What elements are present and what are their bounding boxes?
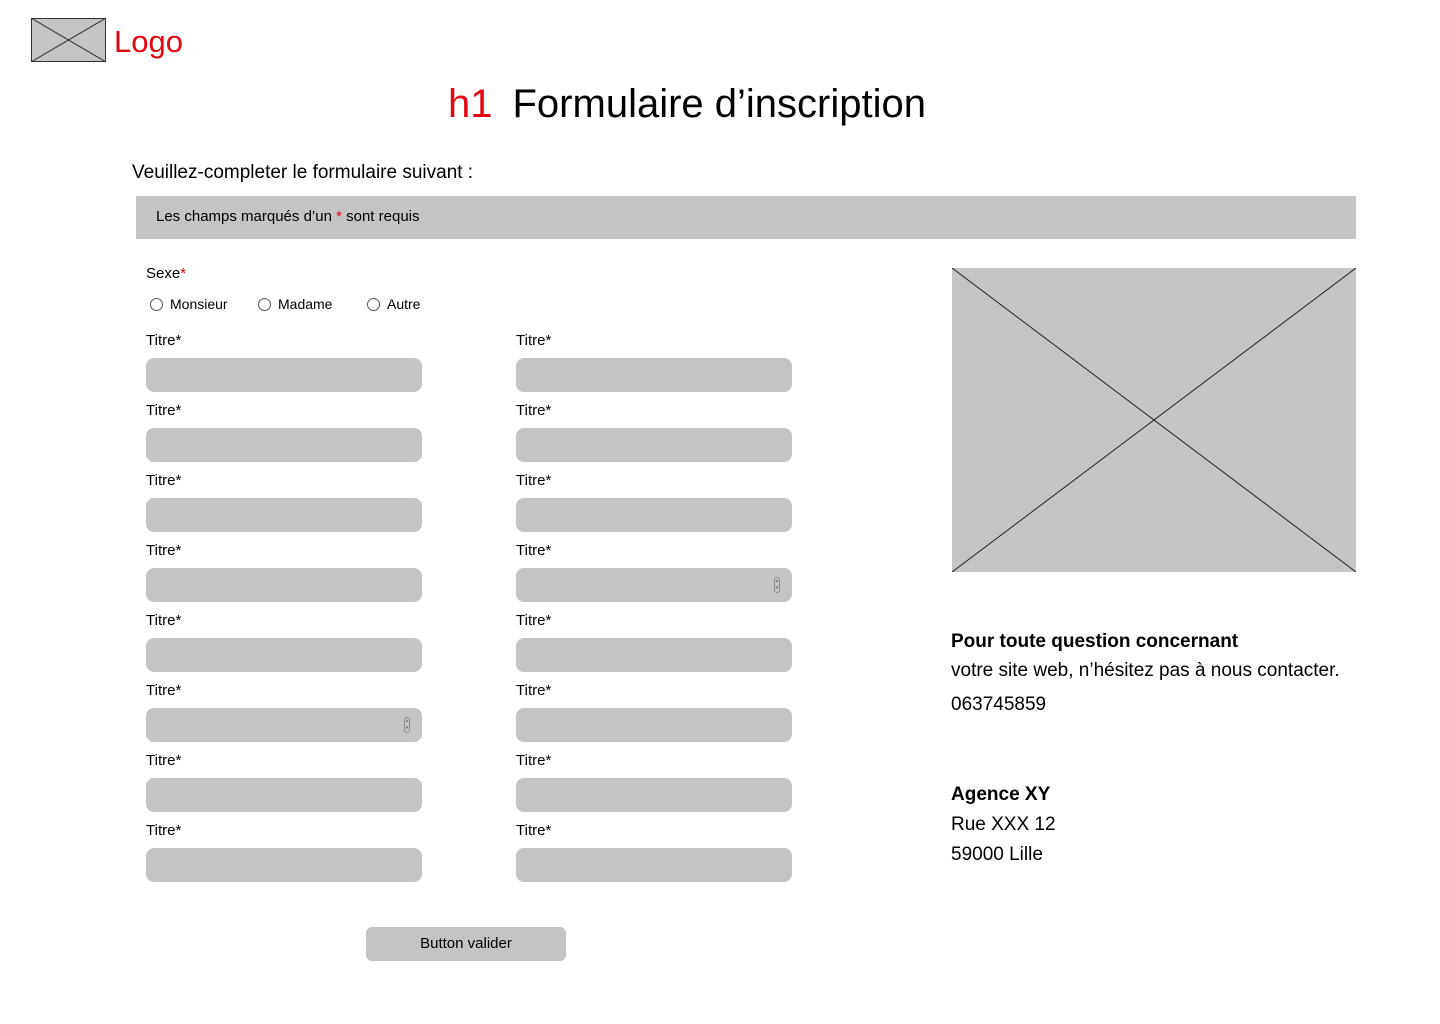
contact-phone[interactable]: 063745859 <box>951 692 1371 718</box>
contact-heading: Pour toute question concernant <box>951 631 1239 652</box>
gender-label-text: Sexe <box>146 265 181 282</box>
text-input[interactable] <box>516 848 792 882</box>
field-label: Titre* <box>516 822 552 839</box>
spinner-arrows-icon[interactable]: ▴ ▾ <box>774 577 780 593</box>
agency-street: Rue XXX 12 <box>951 814 1056 835</box>
text-input[interactable] <box>146 638 422 672</box>
text-input[interactable] <box>516 638 792 672</box>
field-label: Titre* <box>146 402 182 419</box>
form-field: Titre* ▴ ▾ <box>146 681 422 742</box>
contact-info: Pour toute question concernant votre sit… <box>951 629 1371 718</box>
text-input[interactable] <box>146 778 422 812</box>
form-intro-text: Veuillez-completer le formulaire suivant… <box>132 162 474 183</box>
form-field: Titre* <box>516 611 792 672</box>
text-input[interactable] <box>516 708 792 742</box>
text-input[interactable] <box>146 428 422 462</box>
form-field: Titre* <box>516 471 792 532</box>
field-label: Titre* <box>146 612 182 629</box>
text-input[interactable] <box>516 358 792 392</box>
gender-label: Sexe* <box>146 264 186 284</box>
text-input[interactable] <box>516 428 792 462</box>
radio-button[interactable] <box>367 297 380 311</box>
field-label: Titre* <box>516 542 552 559</box>
required-fields-notice: Les champs marqués d’un * sont requis <box>136 196 1356 239</box>
spinner-arrows-icon[interactable]: ▴ ▾ <box>404 717 410 733</box>
logo-image-placeholder <box>31 18 106 62</box>
logo-text[interactable]: Logo <box>114 22 183 62</box>
submit-button[interactable]: Button valider <box>366 927 566 961</box>
field-label: Titre* <box>146 332 182 349</box>
form-field: Titre* <box>146 611 422 672</box>
form-field: Titre* <box>146 401 422 462</box>
form-field: Titre* ▴ ▾ <box>516 541 792 602</box>
field-label: Titre* <box>516 402 552 419</box>
field-label: Titre* <box>146 822 182 839</box>
field-label: Titre* <box>516 472 552 489</box>
number-input[interactable]: ▴ ▾ <box>146 708 422 742</box>
form-field: Titre* <box>516 821 792 882</box>
radio-autre[interactable]: Autre <box>367 295 420 313</box>
form-field: Titre* <box>516 401 792 462</box>
agency-address: Agence XY Rue XXX 12 59000 Lille <box>951 782 1056 868</box>
form-field: Titre* <box>146 821 422 882</box>
page-title-text: Formulaire d’inscription <box>512 82 926 126</box>
notice-text-before: Les champs marqués d’un <box>156 208 337 225</box>
form-field: Titre* <box>516 751 792 812</box>
field-label: Titre* <box>516 332 552 349</box>
form-field: Titre* <box>516 331 792 392</box>
field-label: Titre* <box>146 752 182 769</box>
radio-label-autre: Autre <box>387 296 421 312</box>
agency-name: Agence XY <box>951 784 1051 805</box>
field-label: Titre* <box>516 752 552 769</box>
form-field: Titre* <box>146 471 422 532</box>
radio-button[interactable] <box>258 297 271 311</box>
form-field: Titre* <box>516 681 792 742</box>
text-input[interactable] <box>516 778 792 812</box>
form-field: Titre* <box>146 331 422 392</box>
radio-button[interactable] <box>150 297 163 311</box>
text-input[interactable] <box>146 848 422 882</box>
radio-label-monsieur: Monsieur <box>170 296 228 312</box>
notice-text: Les champs marqués d’un * sont requis <box>156 207 420 227</box>
field-label: Titre* <box>516 682 552 699</box>
text-input[interactable] <box>146 358 422 392</box>
agency-city: 59000 Lille <box>951 844 1043 865</box>
radio-madame[interactable]: Madame <box>258 295 332 313</box>
number-input[interactable]: ▴ ▾ <box>516 568 792 602</box>
form-field: Titre* <box>146 541 422 602</box>
field-label: Titre* <box>146 682 182 699</box>
notice-text-after: sont requis <box>341 208 420 225</box>
contact-text: votre site web, n’hésitez pas à nous con… <box>951 660 1340 681</box>
form-field: Titre* <box>146 751 422 812</box>
radio-label-madame: Madame <box>278 296 333 312</box>
field-label: Titre* <box>146 472 182 489</box>
radio-monsieur[interactable]: Monsieur <box>150 295 228 313</box>
field-label: Titre* <box>516 612 552 629</box>
text-input[interactable] <box>146 498 422 532</box>
text-input[interactable] <box>516 498 792 532</box>
text-input[interactable] <box>146 568 422 602</box>
page-title: h1 Formulaire d’inscription <box>448 78 926 130</box>
heading-level-tag: h1 <box>448 82 493 126</box>
field-label: Titre* <box>146 542 182 559</box>
gender-required-mark: * <box>180 265 187 282</box>
image-placeholder <box>952 268 1356 572</box>
